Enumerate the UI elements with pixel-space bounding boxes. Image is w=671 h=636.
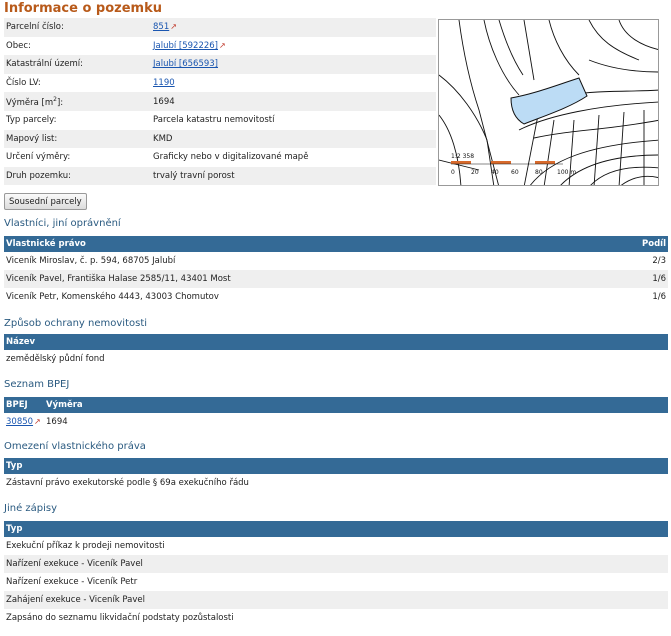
municipality-link[interactable]: Jalubí [592226] <box>153 41 218 51</box>
table-row: Viceník Petr, Komenského 4443, 43003 Cho… <box>4 288 668 306</box>
info-row-cadastral-area: Katastrální území: Jalubí [656593] <box>4 55 436 74</box>
other-records-heading: Jiné zápisy <box>4 503 58 514</box>
info-value: Parcela katastru nemovitostí <box>153 115 275 126</box>
scale-ratio: 1:2 358 <box>451 153 474 160</box>
scale-label: 0 <box>451 169 455 176</box>
record-type: Exekuční příkaz k prodeji nemovitosti <box>6 541 165 551</box>
external-link-icon[interactable]: ↗ <box>219 41 226 50</box>
restrictions-table: Typ Zástavní právo exekutorské podle § 6… <box>4 458 668 492</box>
protection-heading: Způsob ochrany nemovitosti <box>4 318 148 329</box>
info-value: KMD <box>151 129 436 149</box>
table-row: Exekuční příkaz k prodeji nemovitosti <box>4 537 668 555</box>
scale-label: 20 <box>471 169 479 176</box>
column-header: BPEJ <box>4 397 44 413</box>
table-row: Zapsáno do seznamu likvidační podstaty p… <box>4 609 668 627</box>
owners-heading: Vlastníci, jiní oprávnění <box>4 218 121 229</box>
table-row: Zástavní právo exekutorské podle § 69a e… <box>4 474 668 492</box>
record-type: Zapsáno do seznamu likvidační podstaty p… <box>6 613 234 623</box>
bpej-area: 1694 <box>46 417 68 427</box>
info-row-parcel-type: Typ parcely: Parcela katastru nemovitost… <box>4 111 436 130</box>
info-row-municipality: Obec: Jalubí [592226]↗ <box>4 37 436 56</box>
scale-label: 100 m <box>557 169 576 176</box>
protection-name: zemědělský půdní fond <box>6 354 105 364</box>
info-value: 1694 <box>151 92 436 111</box>
lv-number-link[interactable]: 1190 <box>153 78 175 88</box>
owners-table: Vlastnické právo Podíl Viceník Miroslav,… <box>4 236 668 306</box>
column-header: Název <box>4 334 668 350</box>
info-row-parcel-number: Parcelní číslo: 851↗ <box>4 18 436 37</box>
column-header: Typ <box>4 458 668 474</box>
bpej-code-link[interactable]: 30850 <box>6 417 33 427</box>
external-link-icon[interactable]: ↗ <box>170 22 177 31</box>
info-label: Katastrální území: <box>4 55 151 74</box>
table-row: Zahájení exekuce - Viceník Pavel <box>4 591 668 609</box>
table-row: 30850↗ 1694 <box>4 413 668 431</box>
parcel-number-link[interactable]: 851 <box>153 22 169 32</box>
table-row: zemědělský půdní fond <box>4 350 668 368</box>
info-value: trvalý travní porost <box>151 166 436 186</box>
info-label: Druh pozemku: <box>4 166 151 186</box>
record-type: Zahájení exekuce - Viceník Pavel <box>4 591 668 609</box>
info-label: Číslo LV: <box>6 78 41 89</box>
restriction-type: Zástavní právo exekutorské podle § 69a e… <box>6 478 249 488</box>
highlighted-parcel <box>510 77 588 125</box>
owner-share: 1/6 <box>652 292 666 302</box>
info-label: Výměra [m2]: <box>4 92 151 111</box>
column-header: Výměra <box>44 397 668 413</box>
cadastral-area-link[interactable]: Jalubí [656593] <box>153 59 218 69</box>
info-label: Typ parcely: <box>6 115 57 126</box>
table-row: Nařízení exekuce - Viceník Petr <box>4 573 668 591</box>
info-row-area-determination: Určení výměry: Graficky nebo v digitaliz… <box>4 148 436 167</box>
owner-name: Viceník Miroslav, č. p. 594, 68705 Jalub… <box>6 256 176 266</box>
info-row-land-type: Druh pozemku: trvalý travní porost <box>4 166 436 186</box>
table-row: Viceník Pavel, Františka Halase 2585/11,… <box>4 270 668 288</box>
owner-name: Viceník Pavel, Františka Halase 2585/11,… <box>4 270 596 288</box>
scale-label: 40 <box>491 169 499 176</box>
owner-share: 1/6 <box>595 270 668 288</box>
column-header: Typ <box>4 521 668 537</box>
external-link-icon[interactable]: ↗ <box>34 417 41 426</box>
owner-name: Viceník Petr, Komenského 4443, 43003 Cho… <box>6 292 219 302</box>
bpej-heading: Seznam BPEJ <box>4 379 70 390</box>
info-row-map-sheet: Mapový list: KMD <box>4 129 436 149</box>
info-row-lv-number: Číslo LV: 1190 <box>4 74 436 93</box>
info-label: Určení výměry: <box>6 152 71 163</box>
area-label-text: Výměra [m2]: <box>6 95 64 108</box>
info-label: Obec: <box>6 40 31 51</box>
column-header: Podíl <box>595 236 668 252</box>
record-type: Nařízení exekuce - Viceník Petr <box>6 577 138 587</box>
table-row: Viceník Miroslav, č. p. 594, 68705 Jalub… <box>4 252 668 270</box>
restrictions-heading: Omezení vlastnického práva <box>4 441 146 452</box>
page-title: Informace o pozemku <box>4 1 162 16</box>
bpej-table: BPEJ Výměra 30850↗ 1694 <box>4 397 668 431</box>
info-row-area: Výměra [m2]: 1694 <box>4 92 436 111</box>
parcel-info-table: Parcelní číslo: 851↗ Obec: Jalubí [59222… <box>4 18 436 186</box>
info-label: Parcelní číslo: <box>4 18 151 37</box>
protection-table: Název zemědělský půdní fond <box>4 334 668 368</box>
cadastral-map-drawing: 1:2 358 0 20 40 60 80 100 m <box>439 20 658 185</box>
info-label: Mapový list: <box>4 129 151 149</box>
scale-label: 60 <box>511 169 519 176</box>
other-records-table: Typ Exekuční příkaz k prodeji nemovitost… <box>4 521 668 627</box>
info-value: Graficky nebo v digitalizované mapě <box>153 152 309 163</box>
record-type: Nařízení exekuce - Viceník Pavel <box>4 555 668 573</box>
scale-bar: 1:2 358 0 20 40 60 80 100 m <box>451 153 576 176</box>
owner-share: 2/3 <box>652 256 666 266</box>
column-header: Vlastnické právo <box>4 236 596 252</box>
table-row: Nařízení exekuce - Viceník Pavel <box>4 555 668 573</box>
neighbor-parcels-button[interactable]: Sousední parcely <box>4 193 87 210</box>
scale-label: 80 <box>535 169 543 176</box>
parcel-map[interactable]: 1:2 358 0 20 40 60 80 100 m <box>438 19 659 186</box>
